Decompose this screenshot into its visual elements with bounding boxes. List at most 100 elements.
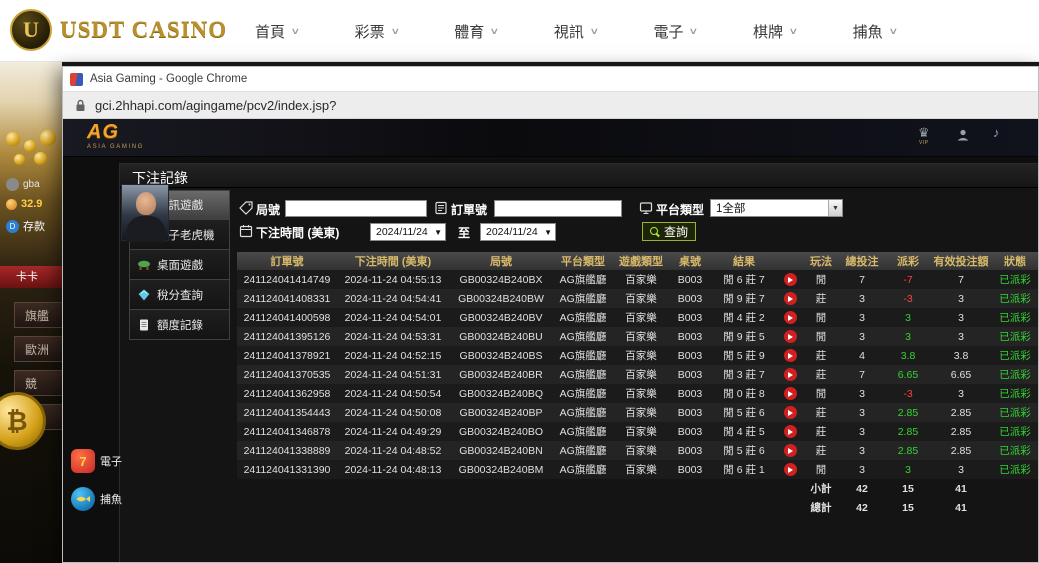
url-text: gci.2hhapi.com/agingame/pcv2/index.jsp?: [95, 98, 336, 113]
cell-status: 已派彩: [991, 460, 1038, 479]
cell-payout: 3: [885, 460, 931, 479]
cell-valid-bet: 3: [931, 308, 991, 327]
cell-game-type: 百家樂: [613, 422, 669, 441]
ag-logo-text: AG: [87, 122, 144, 142]
replay-button[interactable]: [784, 330, 797, 343]
cell-platform: AG旗艦廳: [553, 327, 613, 346]
bet-records-table-container: 訂單號下注時間 (美東)局號平台類型遊戲類型桌號結果玩法總投注派彩有效投注額狀態…: [237, 252, 1038, 517]
cell-game-type: 百家樂: [613, 308, 669, 327]
total-valid: 41: [931, 498, 991, 517]
replay-button[interactable]: [784, 444, 797, 457]
avatar: [6, 178, 19, 191]
cell-replay: [777, 403, 803, 422]
address-bar[interactable]: gci.2hhapi.com/agingame/pcv2/index.jsp?: [63, 91, 1038, 119]
replay-button[interactable]: [784, 368, 797, 381]
cell-status: 已派彩: [991, 270, 1038, 289]
cell-valid-bet: 3: [931, 289, 991, 308]
cell-table-number: B003: [669, 403, 711, 422]
column-header: 玩法: [803, 252, 839, 270]
cell-result: 閒 5 莊 6: [711, 441, 777, 460]
cell-bet-time: 2024-11-24 04:55:13: [337, 270, 449, 289]
sidebar-item-credit-records[interactable]: 額度記錄: [129, 310, 230, 340]
cell-status: 已派彩: [991, 384, 1038, 403]
replay-button[interactable]: [784, 387, 797, 400]
cell-game-type: 百家樂: [613, 460, 669, 479]
cell-payout: 3.8: [885, 346, 931, 365]
replay-button[interactable]: [784, 349, 797, 362]
cell-replay: [777, 460, 803, 479]
cell-play-type: 莊: [803, 365, 839, 384]
column-header: 平台類型: [553, 252, 613, 270]
nav-item-sports[interactable]: 體育∨: [454, 21, 498, 42]
replay-button[interactable]: [784, 463, 797, 476]
cell-status: 已派彩: [991, 327, 1038, 346]
cell-replay: [777, 365, 803, 384]
cell-bet-time: 2024-11-24 04:50:08: [337, 403, 449, 422]
shortcut-label: 捕魚: [100, 491, 122, 507]
column-header: 局號: [449, 252, 553, 270]
order-number-input[interactable]: [494, 200, 622, 217]
sidebar-item-label: 桌面遊戲: [157, 257, 203, 273]
cell-table-number: B003: [669, 308, 711, 327]
cell-round-number: GB00324B240BQ: [449, 384, 553, 403]
cell-play-type: 閒: [803, 308, 839, 327]
music-icon[interactable]: ♪: [993, 126, 1000, 139]
ag-logo: AG ASIA GAMING: [87, 122, 144, 150]
nav-item-lottery[interactable]: 彩票∨: [355, 21, 399, 42]
shortcut-fishing[interactable]: 捕魚: [71, 487, 122, 511]
nav-item-chess[interactable]: 棋牌∨: [753, 21, 797, 42]
nav-label: 捕魚: [853, 21, 883, 42]
shortcut-slots[interactable]: 7 電子: [71, 449, 122, 473]
cell-game-type: 百家樂: [613, 346, 669, 365]
nav-item-slots[interactable]: 電子∨: [653, 21, 697, 42]
nav-item-fishing[interactable]: 捕魚∨: [853, 21, 897, 42]
cell-total-bet: 3: [839, 308, 885, 327]
cell-replay: [777, 441, 803, 460]
cell-round-number: GB00324B240BR: [449, 365, 553, 384]
date-from-select[interactable]: 2024/11/24 ▼: [370, 223, 446, 241]
lobby-button[interactable]: 歐洲: [14, 336, 62, 362]
magnifier-icon: [650, 227, 660, 237]
replay-button[interactable]: [784, 311, 797, 324]
dropdown-arrow-icon: ▼: [828, 200, 842, 216]
lobby-button[interactable]: 旗艦: [14, 302, 62, 328]
cell-round-number: GB00324B240BX: [449, 270, 553, 289]
replay-button[interactable]: [784, 292, 797, 305]
replay-button[interactable]: [784, 425, 797, 438]
customer-service-icon[interactable]: [956, 128, 970, 142]
cell-replay: [777, 308, 803, 327]
query-button[interactable]: 查詢: [642, 222, 696, 241]
crown-glyph: ♛: [918, 126, 930, 139]
cell-game-type: 百家樂: [613, 289, 669, 308]
replay-button[interactable]: [784, 406, 797, 419]
cell-platform: AG旗艦廳: [553, 460, 613, 479]
cell-play-type: 閒: [803, 270, 839, 289]
cell-payout: -7: [885, 270, 931, 289]
calendar-icon: [239, 224, 253, 238]
cell-result: 閒 5 莊 9: [711, 346, 777, 365]
play-icon: [788, 410, 793, 416]
cell-total-bet: 3: [839, 460, 885, 479]
bet-row: 2411240413468782024-11-24 04:49:29GB0032…: [237, 422, 1038, 441]
bitcoin-coin-decoration: ₿: [0, 392, 46, 450]
play-icon: [788, 277, 793, 283]
round-number-input[interactable]: [285, 200, 427, 217]
date-to-select[interactable]: 2024/11/24 ▼: [480, 223, 556, 241]
platform-type-select[interactable]: 1全部 ▼: [710, 199, 843, 217]
nav-item-live[interactable]: 視訊∨: [554, 21, 598, 42]
slots-icon: 7: [71, 449, 95, 473]
sidebar-item-score-query[interactable]: 稅分查詢: [129, 280, 230, 310]
deposit-button[interactable]: D 存款: [6, 218, 45, 234]
play-icon: [788, 372, 793, 378]
gold-coin-decoration: [40, 130, 56, 146]
sidebar-item-table-games[interactable]: 桌面遊戲: [129, 250, 230, 280]
nav-item-home[interactable]: 首頁∨: [255, 21, 299, 42]
vip-icon[interactable]: ♛ VIP: [918, 126, 930, 146]
cell-order-number: 241124041400598: [237, 308, 337, 327]
replay-button[interactable]: [784, 273, 797, 286]
tag-icon: [239, 201, 253, 215]
user-row: gba: [6, 178, 40, 191]
cell-status: 已派彩: [991, 365, 1038, 384]
cell-play-type: 莊: [803, 289, 839, 308]
cell-round-number: GB00324B240BM: [449, 460, 553, 479]
